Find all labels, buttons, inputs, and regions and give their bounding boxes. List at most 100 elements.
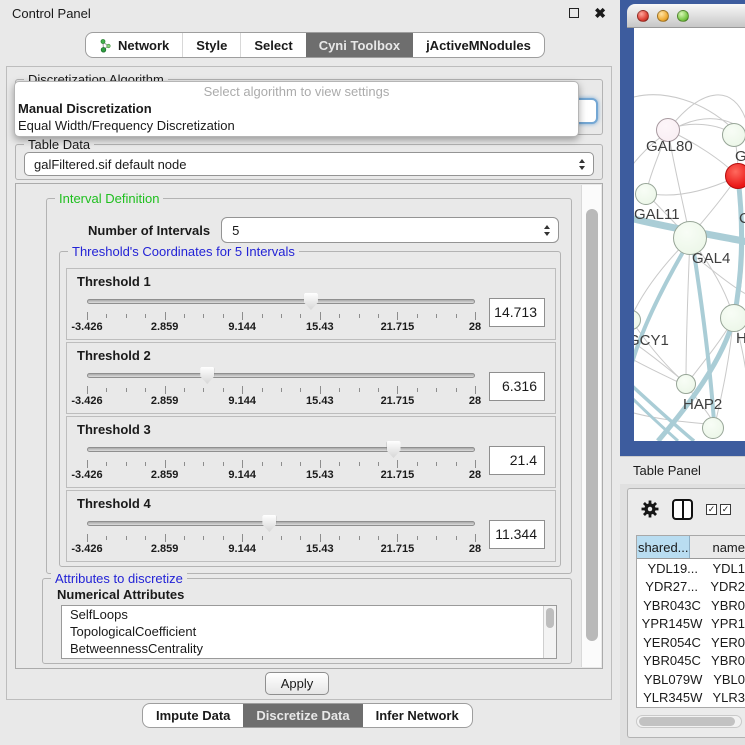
tick-mark (184, 536, 185, 540)
bottom-tab-impute-data[interactable]: Impute Data (143, 704, 243, 727)
tab-label: Impute Data (156, 708, 230, 723)
popup-option-equal-width-frequency-discretization[interactable]: Equal Width/Frequency Discretization (15, 117, 578, 134)
slider-thumb[interactable] (304, 293, 318, 310)
tab-select[interactable]: Select (240, 33, 305, 57)
cell-name: YDR2 (706, 579, 745, 594)
table-hscrollbar-thumb[interactable] (639, 717, 735, 726)
table-row[interactable]: YBR043CYBR0 (637, 596, 745, 615)
network-node[interactable] (635, 183, 657, 205)
network-node[interactable] (720, 304, 745, 332)
slider-track[interactable] (87, 521, 475, 526)
tick-mark (378, 314, 379, 318)
tick-label: 2.859 (151, 395, 179, 407)
threshold-value-box[interactable]: 14.713 (489, 298, 545, 327)
spinner-stepper-icon (540, 225, 554, 236)
column-header-shared-name[interactable]: shared... (637, 536, 690, 558)
close-traffic-light-icon[interactable] (637, 10, 649, 22)
tick-mark (456, 462, 457, 466)
cell-shared-name: YPR145W (637, 616, 707, 631)
table-hscrollbar[interactable] (636, 715, 742, 728)
bottom-tab-discretize-data[interactable]: Discretize Data (243, 704, 362, 727)
threshold-slider[interactable]: -3.4262.8599.14415.4321.71528 (87, 512, 475, 556)
tick-mark (242, 312, 243, 320)
tick-mark (436, 388, 437, 392)
tab-network[interactable]: Network (86, 33, 182, 57)
tick-mark (165, 312, 166, 320)
tick-mark (436, 536, 437, 540)
settings-scrollbar[interactable] (581, 185, 601, 667)
attributes-scrollbar[interactable] (543, 606, 556, 658)
slider-track[interactable] (87, 447, 475, 452)
table-row[interactable]: YBL079WYBL0 (637, 670, 745, 689)
network-node[interactable] (702, 417, 724, 439)
columns-icon[interactable] (672, 499, 693, 520)
tick-mark (242, 386, 243, 394)
tick-mark (223, 388, 224, 392)
threshold-slider[interactable]: -3.4262.8599.14415.4321.71528 (87, 438, 475, 482)
checkbox-icon[interactable]: ✓ (706, 504, 717, 515)
tab-style[interactable]: Style (182, 33, 240, 57)
table-row[interactable]: YLR345WYLR3 (637, 689, 745, 708)
float-window-icon[interactable] (569, 8, 579, 18)
network-node[interactable] (722, 123, 745, 147)
zoom-traffic-light-icon[interactable] (677, 10, 689, 22)
tick-mark (397, 534, 398, 542)
attribute-item-betweennesscentrality[interactable]: BetweennessCentrality (62, 640, 556, 657)
cell-shared-name: YDL19... (637, 561, 708, 576)
slider-scale: -3.4262.8599.14415.4321.71528 (87, 469, 475, 481)
threshold-value-box[interactable]: 11.344 (489, 520, 545, 549)
apply-button[interactable]: Apply (265, 672, 329, 695)
network-window-titlebar (627, 4, 745, 28)
column-header-name[interactable]: name (690, 536, 745, 558)
tick-label: 2.859 (151, 543, 179, 555)
threshold-panel: Threshold 4-3.4262.8599.14415.4321.71528… (66, 490, 556, 562)
table-row[interactable]: YDL19...YDL1 (637, 559, 745, 578)
node-label-hap2: HAP2 (683, 396, 722, 413)
close-icon[interactable]: ✖ (594, 8, 606, 18)
slider-thumb[interactable] (262, 515, 276, 532)
tick-mark (436, 462, 437, 466)
tick-label: 9.144 (228, 395, 256, 407)
network-tab-icon (99, 38, 112, 53)
tick-mark (378, 462, 379, 466)
slider-ticks (87, 534, 475, 542)
attribute-item-selfloops[interactable]: SelfLoops (62, 606, 556, 623)
checkbox-icon[interactable]: ✓ (720, 504, 731, 515)
tick-mark (87, 534, 88, 542)
bottom-tab-infer-network[interactable]: Infer Network (363, 704, 472, 727)
threshold-slider[interactable]: -3.4262.8599.14415.4321.71528 (87, 290, 475, 334)
table-row[interactable]: YER054CYER0 (637, 633, 745, 652)
tick-mark (359, 536, 360, 540)
table-data-combobox[interactable]: galFiltered.sif default node (24, 152, 594, 176)
network-node[interactable] (725, 163, 745, 189)
threshold-value-box[interactable]: 6.316 (489, 372, 545, 401)
tab-cyni-toolbox[interactable]: Cyni Toolbox (306, 33, 413, 57)
table-row[interactable]: YDR27...YDR2 (637, 578, 745, 597)
slider-track[interactable] (87, 373, 475, 378)
tick-mark (436, 314, 437, 318)
minimize-traffic-light-icon[interactable] (657, 10, 669, 22)
tick-label: 9.144 (228, 321, 256, 333)
slider-thumb[interactable] (200, 367, 214, 384)
table-row[interactable]: YBR045CYBR0 (637, 652, 745, 671)
slider-thumb[interactable] (387, 441, 401, 458)
tab-jactivemnodules[interactable]: jActiveMNodules (413, 33, 544, 57)
table-row[interactable]: YPR145WYPR1 (637, 615, 745, 634)
settings-scrollbar-thumb[interactable] (586, 209, 598, 641)
network-node[interactable] (676, 374, 696, 394)
select-columns-icons: ✓ ✓ (706, 504, 731, 515)
attributes-scrollbar-thumb[interactable] (546, 608, 554, 628)
attribute-item-topologicalcoefficient[interactable]: TopologicalCoefficient (62, 623, 556, 640)
threshold-slider[interactable]: -3.4262.8599.14415.4321.71528 (87, 364, 475, 408)
gear-icon[interactable] (641, 500, 659, 518)
tick-mark (378, 388, 379, 392)
threshold-value-box[interactable]: 21.4 (489, 446, 545, 475)
table-row[interactable]: YIL052CYIL0 (637, 707, 745, 708)
tick-mark (339, 462, 340, 466)
network-canvas[interactable]: GAL80GACGAL11GAL4GCY1HHAP2 (634, 28, 745, 441)
slider-track[interactable] (87, 299, 475, 304)
tick-mark (456, 388, 457, 392)
network-window: GAL80GACGAL11GAL4GCY1HHAP2 (620, 0, 745, 456)
number-of-intervals-spinner[interactable]: 5 (221, 217, 559, 243)
popup-option-manual-discretization[interactable]: Manual Discretization (15, 100, 578, 117)
